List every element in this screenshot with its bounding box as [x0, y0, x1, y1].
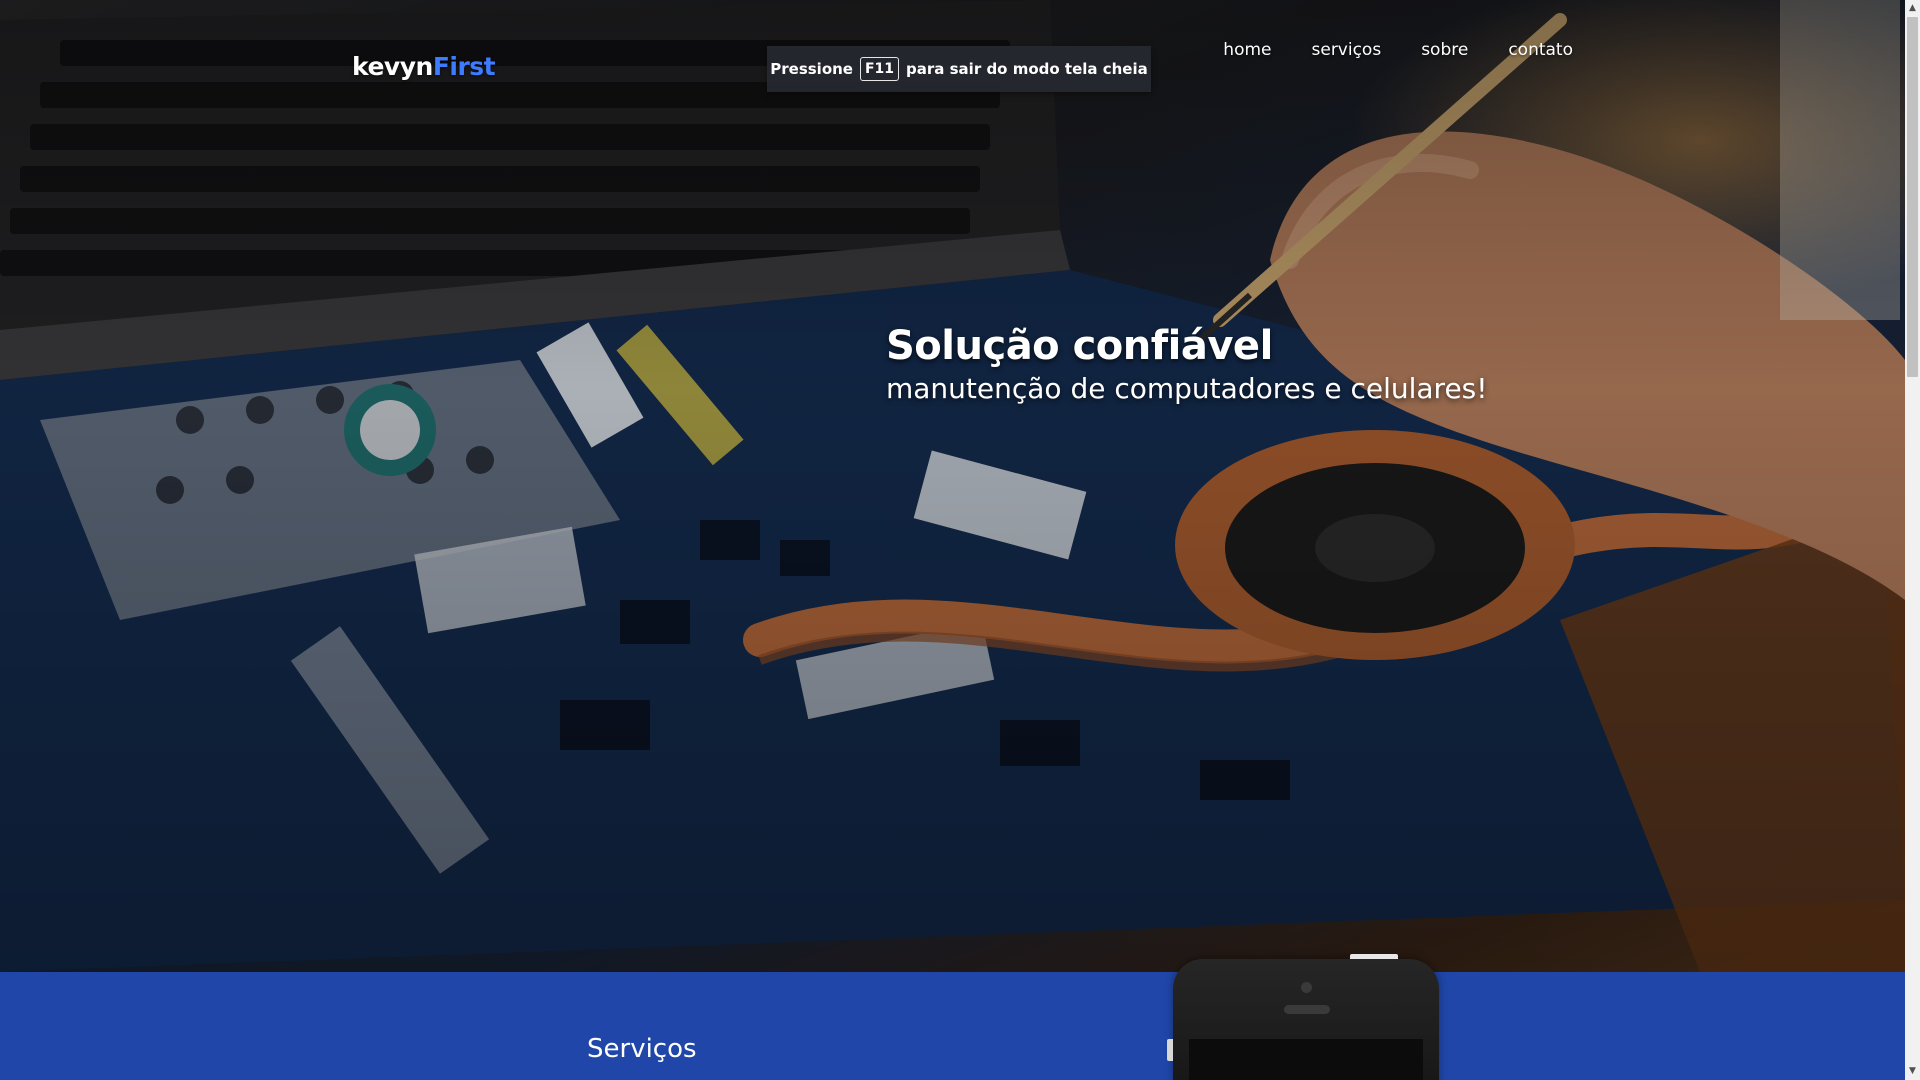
arrow-up-icon[interactable]: ▲ [1905, 0, 1920, 17]
fullscreen-notice-suffix: para sair do modo tela cheia [906, 60, 1148, 78]
brand-logo-primary: kevyn [352, 52, 433, 81]
phone-screen [1189, 1039, 1423, 1080]
nav-link-about[interactable]: sobre [1421, 40, 1468, 60]
phone-speaker-icon [1284, 1005, 1330, 1014]
fullscreen-notice: Pressione F11 para sair do modo tela che… [767, 46, 1151, 92]
nav-link-contact[interactable]: contato [1508, 40, 1573, 60]
brand-logo-accent: First [432, 52, 496, 81]
hero-subtitle: manutenção de computadores e celulares! [886, 372, 1488, 405]
phone-volume-button [1167, 1039, 1173, 1061]
hero-section: kevynFirst home serviços sobre contato S… [0, 0, 1905, 972]
phone-power-button [1350, 954, 1398, 959]
services-section: Serviços [0, 972, 1905, 1080]
brand-logo[interactable]: kevynFirst [352, 52, 496, 81]
nav-link-home[interactable]: home [1223, 40, 1271, 60]
nav-link-services[interactable]: serviços [1312, 40, 1382, 60]
smartphone-icon [1167, 954, 1439, 1080]
hero-overlay [0, 0, 1905, 972]
phone-camera-icon [1301, 982, 1312, 993]
page: kevynFirst home serviços sobre contato S… [0, 0, 1905, 1080]
arrow-down-icon[interactable]: ▼ [1905, 1063, 1920, 1080]
hero-title: Solução confiável [886, 323, 1273, 369]
hero-text: Solução confiável manutenção de computad… [886, 322, 1487, 406]
scrollbar-thumb[interactable] [1907, 17, 1918, 377]
main-nav: home serviços sobre contato [1223, 40, 1573, 60]
fullscreen-key-badge: F11 [859, 57, 900, 81]
fullscreen-notice-prefix: Pressione [770, 60, 853, 78]
page-scrollbar[interactable]: ▲ ▼ [1905, 0, 1920, 1080]
services-heading: Serviços [587, 1034, 697, 1064]
